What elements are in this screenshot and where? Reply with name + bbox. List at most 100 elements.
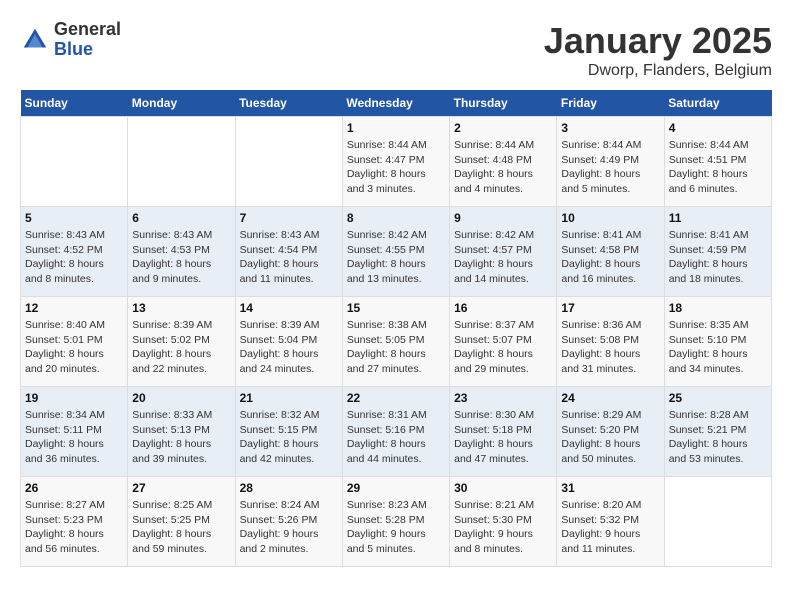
day-number: 24: [561, 391, 659, 405]
day-number: 23: [454, 391, 552, 405]
calendar-cell: 17 Sunrise: 8:36 AMSunset: 5:08 PMDayligh…: [557, 297, 664, 387]
day-number: 19: [25, 391, 123, 405]
main-title: January 2025: [544, 20, 772, 62]
day-info: Sunrise: 8:31 AMSunset: 5:16 PMDaylight:…: [347, 408, 445, 467]
day-number: 28: [240, 481, 338, 495]
title-section: January 2025 Dworp, Flanders, Belgium: [544, 20, 772, 80]
calendar-cell: 7 Sunrise: 8:43 AMSunset: 4:54 PMDaylight…: [235, 207, 342, 297]
day-info: Sunrise: 8:44 AMSunset: 4:51 PMDaylight:…: [669, 138, 767, 197]
day-number: 6: [132, 211, 230, 225]
calendar-cell: 30 Sunrise: 8:21 AMSunset: 5:30 PMDayligh…: [450, 477, 557, 567]
day-number: 9: [454, 211, 552, 225]
day-info: Sunrise: 8:39 AMSunset: 5:04 PMDaylight:…: [240, 318, 338, 377]
header-day-thursday: Thursday: [450, 90, 557, 117]
calendar-cell: 24 Sunrise: 8:29 AMSunset: 5:20 PMDayligh…: [557, 387, 664, 477]
day-info: Sunrise: 8:32 AMSunset: 5:15 PMDaylight:…: [240, 408, 338, 467]
calendar-cell: 8 Sunrise: 8:42 AMSunset: 4:55 PMDaylight…: [342, 207, 449, 297]
calendar-cell: 23 Sunrise: 8:30 AMSunset: 5:18 PMDayligh…: [450, 387, 557, 477]
day-number: 30: [454, 481, 552, 495]
calendar-cell: 27 Sunrise: 8:25 AMSunset: 5:25 PMDayligh…: [128, 477, 235, 567]
calendar-cell: 31 Sunrise: 8:20 AMSunset: 5:32 PMDayligh…: [557, 477, 664, 567]
calendar-cell: 6 Sunrise: 8:43 AMSunset: 4:53 PMDaylight…: [128, 207, 235, 297]
calendar: SundayMondayTuesdayWednesdayThursdayFrid…: [20, 90, 772, 567]
day-number: 18: [669, 301, 767, 315]
day-number: 27: [132, 481, 230, 495]
day-info: Sunrise: 8:20 AMSunset: 5:32 PMDaylight:…: [561, 498, 659, 557]
day-number: 16: [454, 301, 552, 315]
calendar-cell: 12Sunrise: 8:40 AMSunset: 5:01 PMDayligh…: [21, 297, 128, 387]
calendar-cell: 2Sunrise: 8:44 AMSunset: 4:48 PMDaylight…: [450, 117, 557, 207]
calendar-week-row: 19Sunrise: 8:34 AMSunset: 5:11 PMDayligh…: [21, 387, 772, 477]
day-number: 14: [240, 301, 338, 315]
day-info: Sunrise: 8:27 AMSunset: 5:23 PMDaylight:…: [25, 498, 123, 557]
calendar-cell: [128, 117, 235, 207]
day-number: 31: [561, 481, 659, 495]
day-info: Sunrise: 8:25 AMSunset: 5:25 PMDaylight:…: [132, 498, 230, 557]
day-number: 4: [669, 121, 767, 135]
calendar-cell: 22 Sunrise: 8:31 AMSunset: 5:16 PMDayligh…: [342, 387, 449, 477]
day-number: 5: [25, 211, 123, 225]
logo: General Blue: [20, 20, 121, 60]
calendar-cell: 16 Sunrise: 8:37 AMSunset: 5:07 PMDayligh…: [450, 297, 557, 387]
calendar-week-row: 1 Sunrise: 8:44 AMSunset: 4:47 PMDaylight…: [21, 117, 772, 207]
day-info: Sunrise: 8:42 AMSunset: 4:57 PMDaylight:…: [454, 228, 552, 287]
header-day-friday: Friday: [557, 90, 664, 117]
day-info: Sunrise: 8:37 AMSunset: 5:07 PMDaylight:…: [454, 318, 552, 377]
day-number: 22: [347, 391, 445, 405]
day-number: 13: [132, 301, 230, 315]
logo-general: General: [54, 20, 121, 40]
calendar-cell: 3 Sunrise: 8:44 AMSunset: 4:49 PMDaylight…: [557, 117, 664, 207]
calendar-header-row: SundayMondayTuesdayWednesdayThursdayFrid…: [21, 90, 772, 117]
calendar-cell: 19Sunrise: 8:34 AMSunset: 5:11 PMDayligh…: [21, 387, 128, 477]
day-number: 26: [25, 481, 123, 495]
calendar-cell: 13Sunrise: 8:39 AMSunset: 5:02 PMDayligh…: [128, 297, 235, 387]
calendar-week-row: 12Sunrise: 8:40 AMSunset: 5:01 PMDayligh…: [21, 297, 772, 387]
day-number: 8: [347, 211, 445, 225]
day-info: Sunrise: 8:44 AMSunset: 4:47 PMDaylight:…: [347, 138, 445, 197]
day-info: Sunrise: 8:21 AMSunset: 5:30 PMDaylight:…: [454, 498, 552, 557]
day-info: Sunrise: 8:28 AMSunset: 5:21 PMDaylight:…: [669, 408, 767, 467]
day-number: 17: [561, 301, 659, 315]
day-info: Sunrise: 8:24 AMSunset: 5:26 PMDaylight:…: [240, 498, 338, 557]
calendar-cell: 11Sunrise: 8:41 AMSunset: 4:59 PMDayligh…: [664, 207, 771, 297]
calendar-cell: 14 Sunrise: 8:39 AMSunset: 5:04 PMDayligh…: [235, 297, 342, 387]
calendar-cell: 18 Sunrise: 8:35 AMSunset: 5:10 PMDayligh…: [664, 297, 771, 387]
day-info: Sunrise: 8:42 AMSunset: 4:55 PMDaylight:…: [347, 228, 445, 287]
calendar-cell: 5 Sunrise: 8:43 AMSunset: 4:52 PMDaylight…: [21, 207, 128, 297]
day-info: Sunrise: 8:36 AMSunset: 5:08 PMDaylight:…: [561, 318, 659, 377]
day-info: Sunrise: 8:30 AMSunset: 5:18 PMDaylight:…: [454, 408, 552, 467]
calendar-cell: [664, 477, 771, 567]
day-info: Sunrise: 8:35 AMSunset: 5:10 PMDaylight:…: [669, 318, 767, 377]
calendar-cell: 4 Sunrise: 8:44 AMSunset: 4:51 PMDaylight…: [664, 117, 771, 207]
day-info: Sunrise: 8:43 AMSunset: 4:52 PMDaylight:…: [25, 228, 123, 287]
logo-icon: [20, 25, 50, 55]
page-header: General Blue January 2025 Dworp, Flander…: [20, 20, 772, 80]
header-day-saturday: Saturday: [664, 90, 771, 117]
calendar-cell: [235, 117, 342, 207]
day-info: Sunrise: 8:44 AMSunset: 4:49 PMDaylight:…: [561, 138, 659, 197]
day-number: 21: [240, 391, 338, 405]
calendar-cell: 26 Sunrise: 8:27 AMSunset: 5:23 PMDayligh…: [21, 477, 128, 567]
day-number: 29: [347, 481, 445, 495]
header-day-tuesday: Tuesday: [235, 90, 342, 117]
day-info: Sunrise: 8:33 AMSunset: 5:13 PMDaylight:…: [132, 408, 230, 467]
day-info: Sunrise: 8:41 AMSunset: 4:58 PMDaylight:…: [561, 228, 659, 287]
calendar-cell: 25 Sunrise: 8:28 AMSunset: 5:21 PMDayligh…: [664, 387, 771, 477]
calendar-cell: [21, 117, 128, 207]
calendar-cell: 20Sunrise: 8:33 AMSunset: 5:13 PMDayligh…: [128, 387, 235, 477]
header-day-sunday: Sunday: [21, 90, 128, 117]
day-number: 2: [454, 121, 552, 135]
day-number: 7: [240, 211, 338, 225]
day-number: 10: [561, 211, 659, 225]
day-number: 1: [347, 121, 445, 135]
day-info: Sunrise: 8:29 AMSunset: 5:20 PMDaylight:…: [561, 408, 659, 467]
day-info: Sunrise: 8:43 AMSunset: 4:53 PMDaylight:…: [132, 228, 230, 287]
calendar-cell: 21 Sunrise: 8:32 AMSunset: 5:15 PMDayligh…: [235, 387, 342, 477]
day-info: Sunrise: 8:43 AMSunset: 4:54 PMDaylight:…: [240, 228, 338, 287]
day-number: 25: [669, 391, 767, 405]
day-number: 3: [561, 121, 659, 135]
calendar-cell: 15Sunrise: 8:38 AMSunset: 5:05 PMDayligh…: [342, 297, 449, 387]
calendar-week-row: 5 Sunrise: 8:43 AMSunset: 4:52 PMDaylight…: [21, 207, 772, 297]
subtitle: Dworp, Flanders, Belgium: [544, 62, 772, 80]
day-info: Sunrise: 8:38 AMSunset: 5:05 PMDaylight:…: [347, 318, 445, 377]
